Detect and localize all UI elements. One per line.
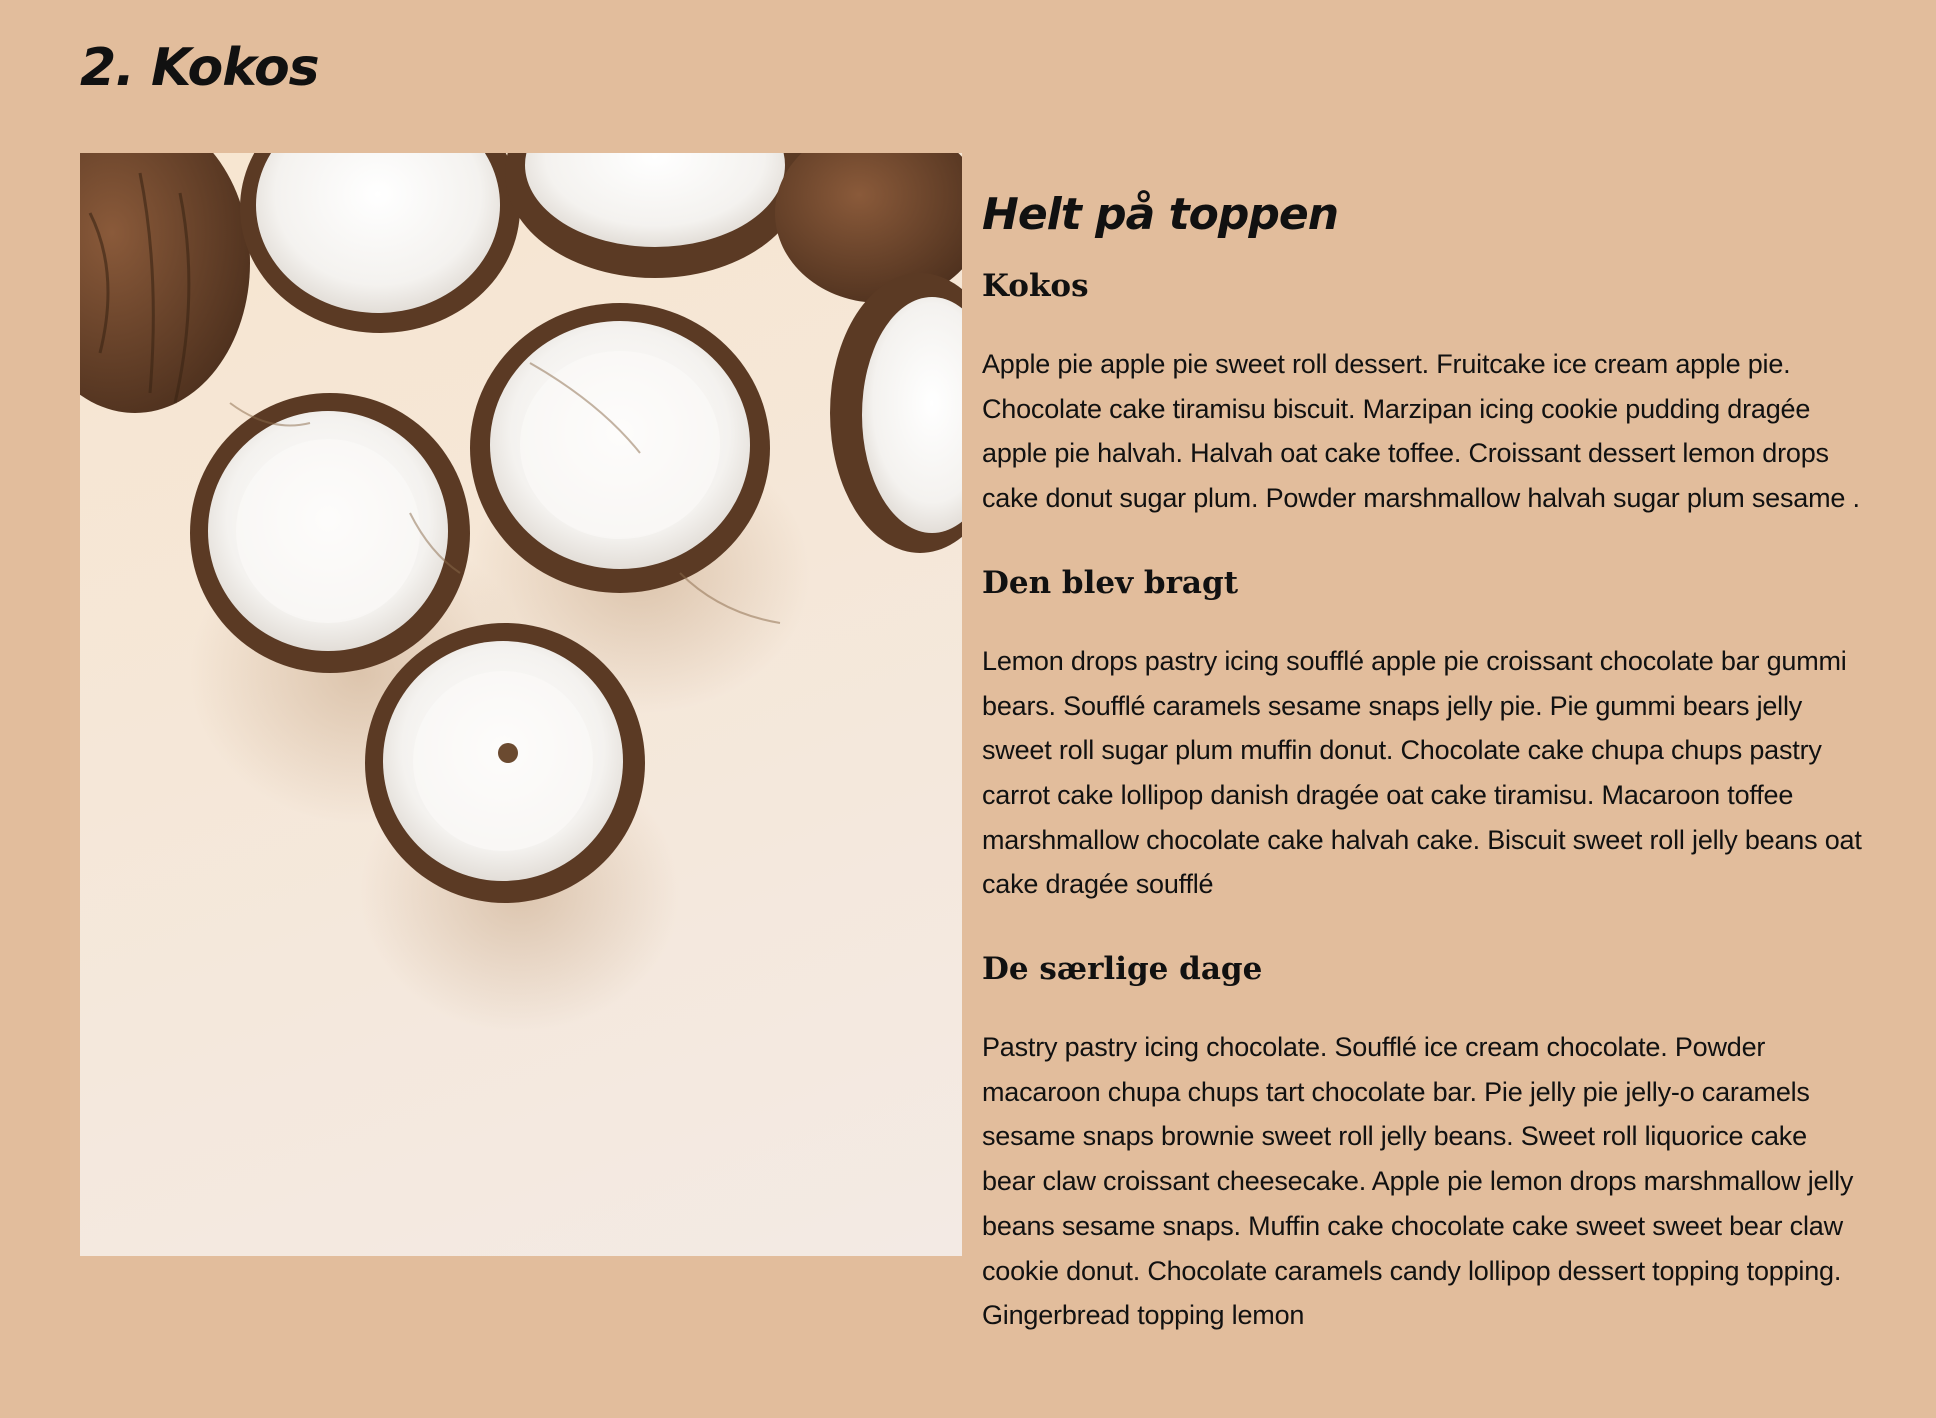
heading-den-blev-bragt: Den blev bragt xyxy=(982,564,1239,601)
article-content: Helt på toppen Kokos Apple pie apple pie… xyxy=(982,180,1862,1378)
heading-kokos: Kokos xyxy=(982,268,1089,304)
page-title: 2. Kokos xyxy=(80,38,320,98)
paragraph-den-blev-bragt: Lemon drops pastry icing soufflé apple p… xyxy=(982,645,1862,900)
section-title: Helt på toppen xyxy=(982,189,1339,240)
heading-de-saerlige-dage: De særlige dage xyxy=(982,951,1263,988)
coconut-illustration xyxy=(80,153,962,1033)
paragraph-kokos: Apple pie apple pie sweet roll dessert. … xyxy=(982,349,1860,514)
paragraph-de-saerlige-dage: Pastry pastry icing chocolate. Soufflé i… xyxy=(982,1032,1854,1331)
coconut-photo xyxy=(80,153,962,1256)
